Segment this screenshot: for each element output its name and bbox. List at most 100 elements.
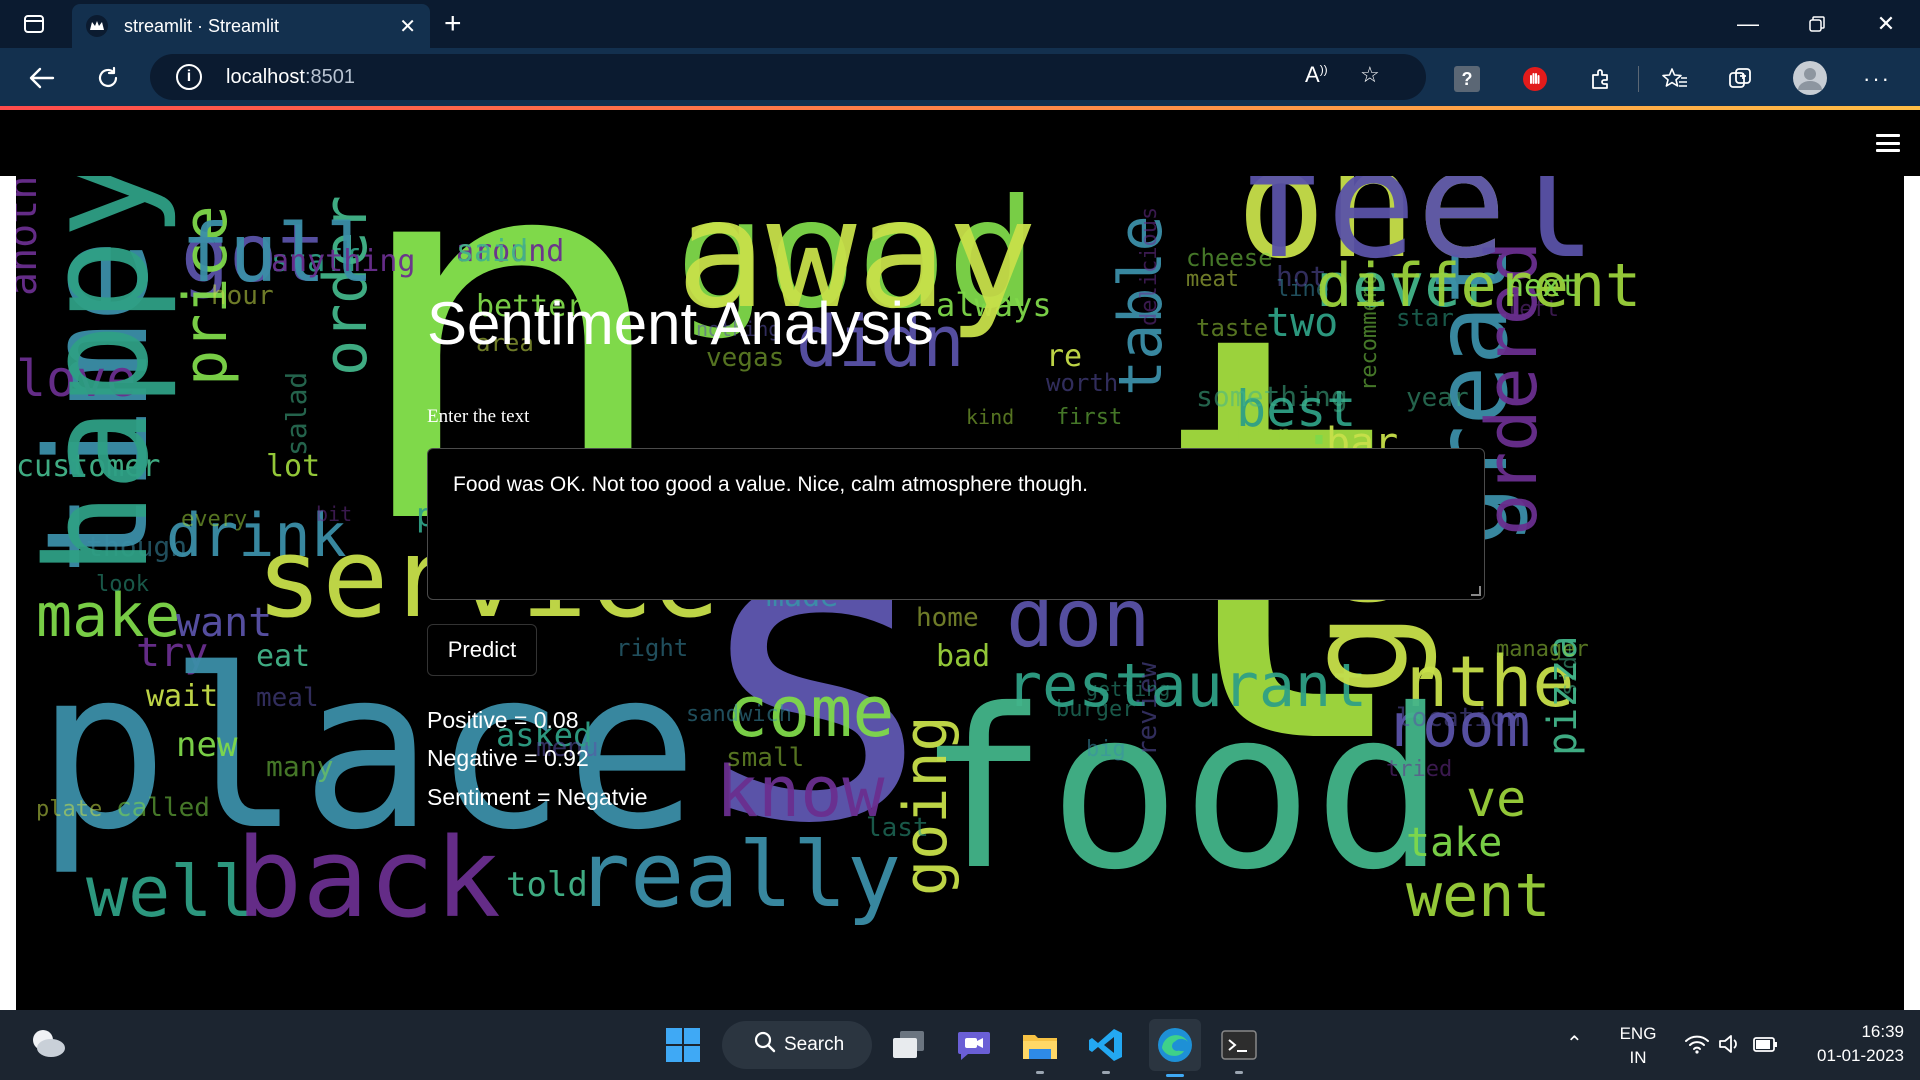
negative-score: Negative = 0.92 [427, 745, 589, 771]
tab-title: streamlit · Streamlit [124, 15, 280, 36]
wordcloud-word: last [866, 813, 929, 843]
wordcloud-word: getting [1086, 677, 1170, 701]
wordcloud-word: year [1406, 383, 1469, 413]
profile-avatar-icon[interactable] [1792, 60, 1828, 96]
wordcloud-word: well [86, 851, 255, 933]
wordcloud-word: home [916, 603, 979, 633]
toolbar-divider [1638, 66, 1639, 92]
search-label: Search [784, 1034, 845, 1055]
weather-widget-icon[interactable] [24, 1020, 70, 1066]
text-input-value: Food was OK. Not too good a value. Nice,… [453, 473, 1089, 496]
help-extension-icon[interactable]: ? [1454, 66, 1480, 92]
wordcloud-word: sandwich [686, 702, 792, 727]
wordcloud-word: kind [966, 405, 1014, 429]
wordcloud-word: anything [271, 244, 416, 279]
predict-button[interactable]: Predict [427, 624, 537, 676]
wordcloud-word: told [506, 865, 588, 905]
more-menu-icon[interactable]: ··· [1862, 64, 1892, 94]
browser-toolbar: i localhost:8501 A)) ☆ ? ··· [0, 48, 1920, 106]
file-explorer-icon[interactable] [1017, 1022, 1063, 1074]
browser-tab-active[interactable]: streamlit · Streamlit ✕ [72, 4, 430, 48]
wordcloud-word: delicious [1137, 207, 1162, 326]
wordcloud-word: first [1056, 405, 1122, 430]
wordcloud-word: taste [1196, 314, 1268, 342]
clock[interactable]: 16:39 01-01-2023 [1800, 1020, 1904, 1068]
start-icon[interactable] [660, 1022, 706, 1068]
wordcloud-word: meal [256, 683, 319, 713]
close-tab-icon[interactable]: ✕ [399, 14, 416, 39]
streamlit-favicon-icon [86, 15, 108, 37]
task-view-icon[interactable] [886, 1022, 932, 1068]
text-input-area[interactable]: Food was OK. Not too good a value. Nice,… [427, 448, 1485, 600]
close-window-icon[interactable]: ✕ [1866, 6, 1906, 42]
main-menu-icon[interactable] [1876, 134, 1900, 152]
site-info-icon[interactable]: i [176, 64, 202, 90]
streamlit-header [0, 110, 1920, 176]
wordcloud-word: plate [36, 797, 102, 822]
url-text: localhost:8501 [226, 65, 355, 88]
sentiment-result: Sentiment = Negatvie [427, 784, 648, 810]
refresh-icon[interactable] [92, 62, 124, 94]
wordcloud-word: right [616, 634, 688, 662]
new-tab-icon[interactable]: + [444, 6, 462, 42]
wordcloud-word: going [891, 715, 961, 896]
wordcloud-word: wait [146, 679, 218, 714]
minimize-icon[interactable]: — [1728, 6, 1768, 42]
wordcloud-word: bit [316, 502, 352, 526]
running-indicator [1102, 1071, 1110, 1074]
resize-handle-icon[interactable] [1471, 586, 1481, 596]
wordcloud-word: happy [17, 176, 180, 576]
wordcloud-word: something [1196, 380, 1348, 413]
teams-chat-icon[interactable] [951, 1022, 997, 1068]
language-indicator[interactable]: ENG IN [1616, 1022, 1660, 1070]
wordcloud-word: review [1133, 662, 1163, 756]
positive-score: Positive = 0.08 [427, 707, 579, 733]
page-title: Sentiment Analysis [427, 290, 934, 357]
wordcloud-word: big [1086, 737, 1126, 762]
wordcloud-word: worth [1046, 369, 1118, 397]
favorites-icon[interactable] [1660, 64, 1690, 94]
wordcloud-word: went [1406, 861, 1551, 931]
wordcloud-word: salad [280, 372, 313, 456]
taskbar-search[interactable]: Search [722, 1021, 872, 1069]
app-view: nstgoodonegottimestaffaroundneverseepric… [0, 176, 1920, 1010]
volume-icon[interactable] [1718, 1033, 1742, 1062]
wordcloud-word: next [1506, 269, 1578, 304]
wordcloud-word: many [266, 750, 333, 783]
extensions-icon[interactable] [1586, 64, 1616, 94]
terminal-icon[interactable] [1216, 1022, 1262, 1074]
wordcloud-word: take [1406, 820, 1502, 866]
wifi-icon[interactable] [1684, 1033, 1710, 1062]
wordcloud-word: every [181, 507, 247, 532]
clock-date: 01-01-2023 [1817, 1046, 1904, 1065]
wordcloud-word: said [456, 234, 528, 269]
wordcloud-word: really [576, 823, 901, 928]
clock-time: 16:39 [1861, 1022, 1904, 1041]
battery-icon[interactable] [1752, 1033, 1780, 1062]
text-input-label: Enter the text [427, 406, 530, 427]
collections-icon[interactable] [1726, 64, 1756, 94]
back-icon[interactable] [26, 62, 58, 94]
tab-actions-icon[interactable] [22, 12, 46, 36]
wordcloud-word: small [726, 743, 804, 773]
wordcloud-word: want [176, 600, 272, 646]
wordcloud-word: new [176, 725, 238, 765]
search-icon [754, 1031, 776, 1059]
address-bar[interactable]: i localhost:8501 A)) ☆ [150, 54, 1426, 100]
wordcloud-word: food [916, 662, 1446, 918]
wordcloud-word: beer [1236, 422, 1289, 447]
wordcloud-word: meat [1186, 267, 1239, 292]
wordcloud-word: called [116, 793, 210, 823]
edge-icon[interactable] [1149, 1019, 1201, 1077]
wordcloud-word: different [1316, 251, 1641, 321]
vscode-icon[interactable] [1083, 1022, 1129, 1074]
adblock-extension-icon[interactable] [1520, 64, 1550, 94]
restore-icon[interactable] [1797, 6, 1837, 42]
wordcloud-word: manager [1496, 637, 1589, 662]
browser-titlebar: streamlit · Streamlit ✕ + — ✕ [0, 0, 1920, 48]
read-aloud-icon[interactable]: A)) [1305, 62, 1328, 88]
add-favorite-icon[interactable]: ☆ [1360, 62, 1380, 88]
wordcloud-word: back [236, 814, 501, 942]
running-indicator [1235, 1071, 1243, 1074]
show-hidden-icons-icon[interactable]: ⌃ [1566, 1032, 1583, 1056]
